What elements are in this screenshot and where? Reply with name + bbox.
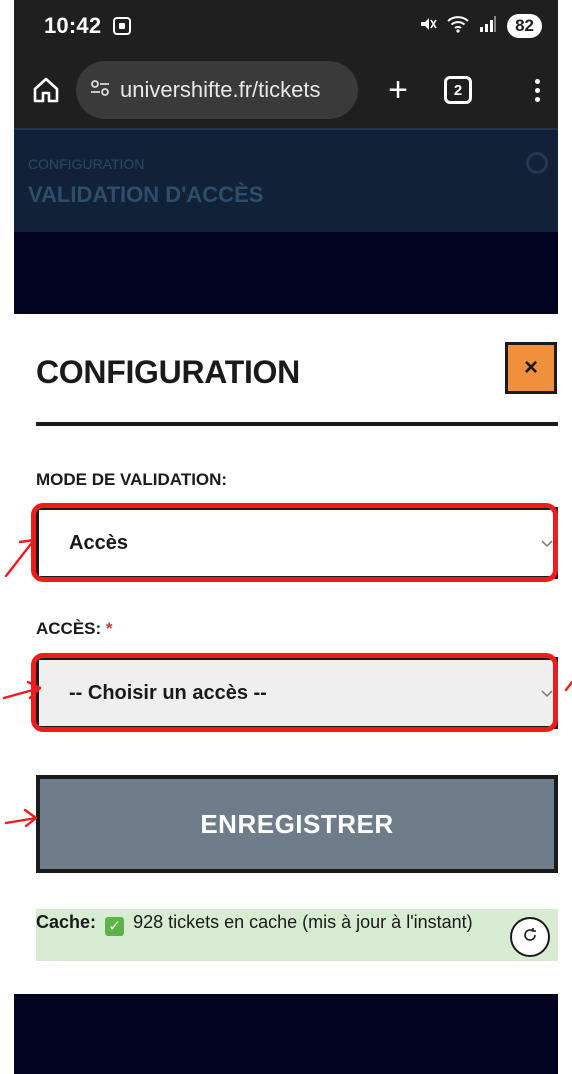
browser-toolbar: univershifte.fr/tickets + 2 [14, 52, 558, 128]
close-icon: × [523, 354, 538, 381]
phone-screen: 10:42 82 univershifte.fr/tickets + 2 CON… [14, 0, 558, 1074]
refresh-icon [522, 926, 538, 948]
chevron-down-icon [541, 535, 553, 551]
save-button[interactable]: ENREGISTRER [36, 775, 558, 873]
tune-icon[interactable] [90, 79, 110, 102]
mute-icon [419, 15, 437, 38]
cache-text: 928 tickets en cache (mis à jour à l'ins… [133, 912, 473, 932]
page-header: CONFIGURATION VALIDATION D'ACCÈS [14, 128, 558, 232]
check-icon: ✓ [105, 917, 125, 936]
required-mark: * [105, 619, 113, 638]
access-select-value: -- Choisir un accès -- [69, 681, 267, 704]
signal-icon [479, 15, 497, 38]
address-bar[interactable]: univershifte.fr/tickets [76, 61, 358, 119]
status-bar: 10:42 82 [14, 0, 558, 52]
arrow-edge [564, 680, 572, 692]
close-button[interactable]: × [505, 342, 557, 394]
mode-select-value: Accès [69, 531, 128, 554]
modal-title: CONFIGURATION [36, 354, 300, 390]
status-time: 10:42 [44, 13, 102, 38]
loading-icon [526, 152, 548, 174]
battery-badge: 82 [507, 14, 542, 38]
tabs-icon[interactable]: 2 [444, 76, 472, 104]
tab-count: 2 [453, 81, 463, 99]
access-label: ACCÈS: * [36, 619, 113, 639]
cache-label: Cache: [36, 912, 97, 932]
page-header-label: CONFIGURATION [28, 156, 145, 172]
divider [36, 422, 558, 426]
refresh-button[interactable] [510, 917, 550, 957]
chevron-down-icon [541, 685, 553, 701]
access-select[interactable]: -- Choisir un accès -- [36, 657, 558, 729]
screenshot-icon [113, 17, 132, 35]
more-vert-icon[interactable] [532, 78, 542, 102]
cache-status: Cache: ✓ 928 tickets en cache (mis à jou… [36, 909, 558, 961]
plus-icon[interactable]: + [380, 71, 416, 110]
wifi-icon [447, 15, 469, 38]
save-button-label: ENREGISTRER [200, 808, 394, 839]
page-header-title: VALIDATION D'ACCÈS [28, 182, 264, 207]
screenshot-canvas: 10:42 82 univershifte.fr/tickets + 2 CON… [0, 0, 572, 1074]
url-text: univershifte.fr/tickets [120, 77, 321, 102]
status-icons: 82 [419, 14, 542, 38]
mode-select[interactable]: Accès [36, 507, 558, 579]
access-label-text: ACCÈS: [36, 619, 102, 638]
mode-label: MODE DE VALIDATION: [36, 470, 228, 489]
configuration-modal: CONFIGURATION × MODE DE VALIDATION: Accè… [14, 314, 558, 994]
home-icon[interactable] [28, 72, 64, 108]
